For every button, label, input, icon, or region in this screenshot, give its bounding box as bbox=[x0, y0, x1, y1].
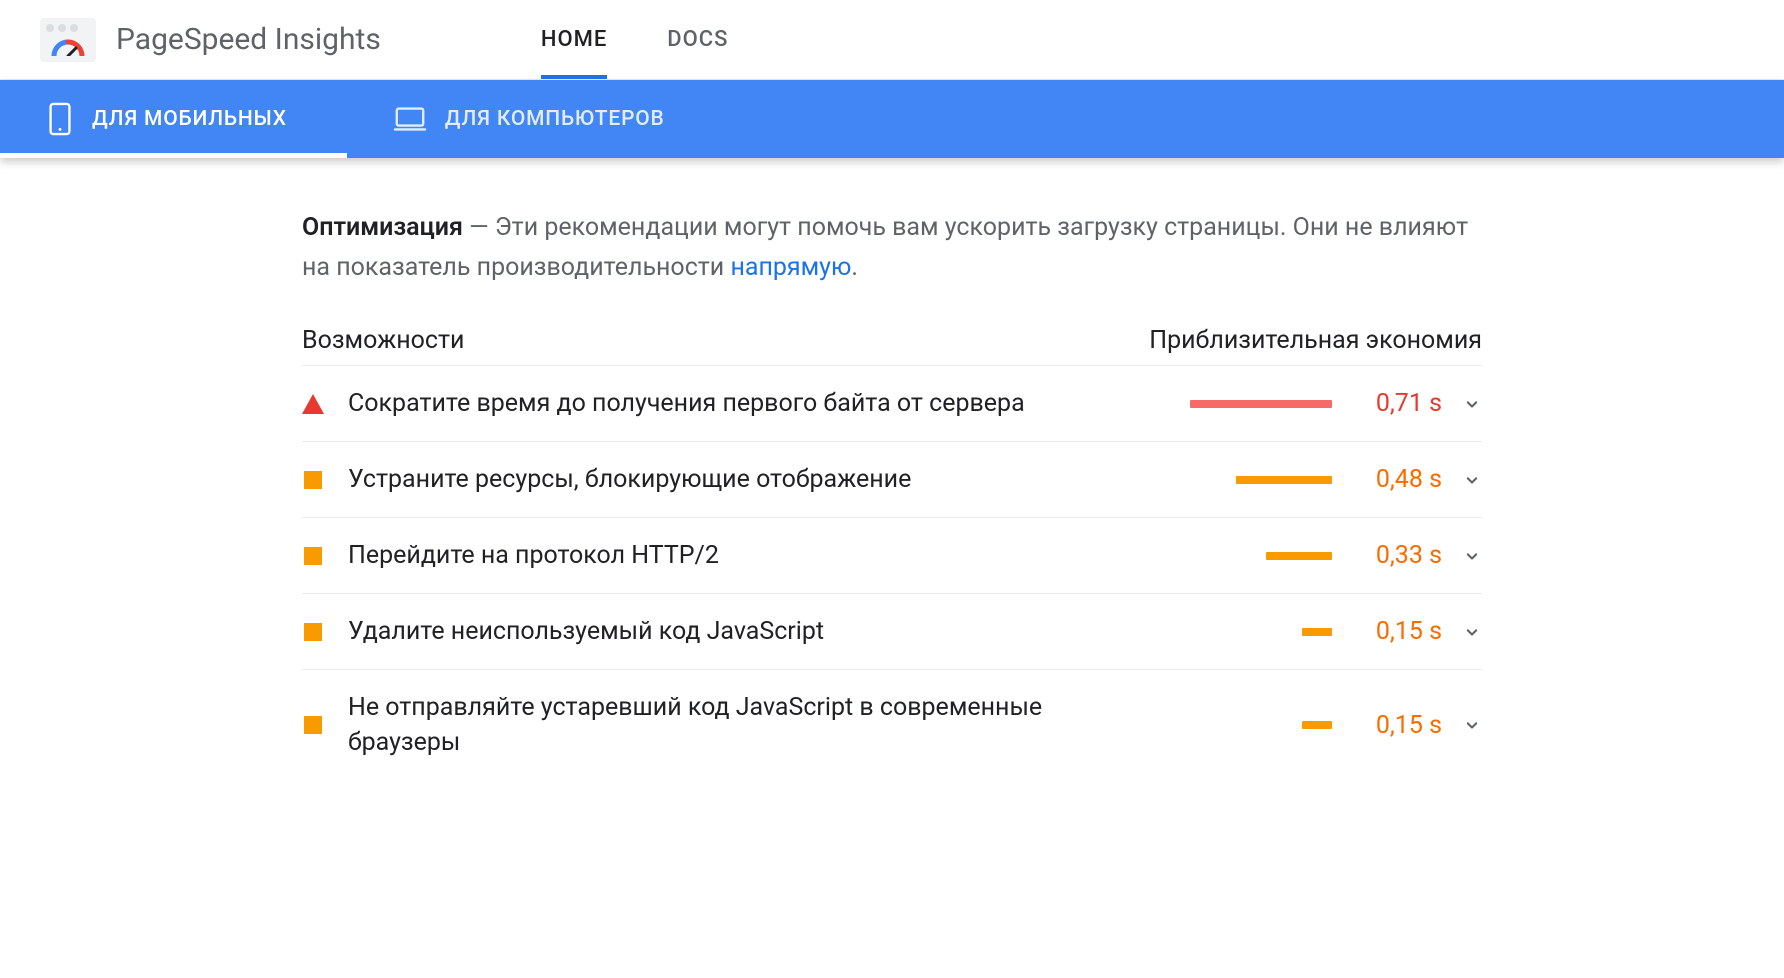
pagespeed-logo-icon bbox=[40, 18, 96, 62]
chevron-down-icon bbox=[1442, 470, 1482, 490]
opportunity-title: Сократите время до получения первого бай… bbox=[348, 386, 1152, 421]
opportunity-row[interactable]: Удалите неиспользуемый код JavaScript 0,1… bbox=[302, 593, 1482, 669]
severity-icon bbox=[302, 716, 324, 734]
col-opportunities: Возможности bbox=[302, 326, 464, 355]
savings-bar-wrap bbox=[1152, 628, 1352, 636]
content: Оптимизация — Эти рекомендации могут пом… bbox=[282, 158, 1502, 820]
chevron-down-icon bbox=[1442, 715, 1482, 735]
severity-icon bbox=[302, 394, 324, 414]
savings-bar bbox=[1236, 476, 1332, 484]
savings-value: 0,15 s bbox=[1352, 711, 1442, 740]
desktop-icon bbox=[393, 105, 427, 133]
square-icon bbox=[304, 471, 322, 489]
nav-tab-home[interactable]: HOME bbox=[541, 0, 607, 79]
savings-bar bbox=[1302, 628, 1332, 636]
savings-value: 0,71 s bbox=[1352, 389, 1442, 418]
opportunity-title: Перейдите на протокол HTTP/2 bbox=[348, 538, 1152, 573]
opportunity-title: Не отправляйте устаревший код JavaScript… bbox=[348, 690, 1152, 760]
device-tab-label: ДЛЯ МОБИЛЬНЫХ bbox=[92, 107, 287, 131]
device-tab-label: ДЛЯ КОМПЬЮТЕРОВ bbox=[445, 107, 665, 131]
savings-bar bbox=[1302, 721, 1332, 729]
savings-bar-wrap bbox=[1152, 721, 1352, 729]
severity-icon bbox=[302, 547, 324, 565]
nav-tabs: HOME DOCS bbox=[541, 0, 729, 79]
link-directly[interactable]: напрямую bbox=[730, 253, 851, 282]
opportunity-row[interactable]: Перейдите на протокол HTTP/2 0,33 s bbox=[302, 517, 1482, 593]
opportunity-row[interactable]: Не отправляйте устаревший код JavaScript… bbox=[302, 669, 1482, 780]
square-icon bbox=[304, 716, 322, 734]
device-bar: ДЛЯ МОБИЛЬНЫХ ДЛЯ КОМПЬЮТЕРОВ bbox=[0, 80, 1784, 158]
section-intro: Оптимизация — Эти рекомендации могут пом… bbox=[302, 208, 1482, 288]
square-icon bbox=[304, 547, 322, 565]
nav-tab-docs[interactable]: DOCS bbox=[667, 0, 728, 79]
device-tab-desktop[interactable]: ДЛЯ КОМПЬЮТЕРОВ bbox=[347, 80, 725, 158]
savings-bar bbox=[1190, 400, 1332, 408]
table-head: Возможности Приблизительная экономия bbox=[302, 326, 1482, 365]
logo-group: PageSpeed Insights bbox=[40, 18, 381, 62]
savings-bar-wrap bbox=[1152, 552, 1352, 560]
chevron-down-icon bbox=[1442, 394, 1482, 414]
mobile-icon bbox=[46, 102, 74, 136]
severity-icon bbox=[302, 623, 324, 641]
header: PageSpeed Insights HOME DOCS bbox=[0, 0, 1784, 80]
severity-icon bbox=[302, 471, 324, 489]
savings-bar-wrap bbox=[1152, 476, 1352, 484]
section-title: Оптимизация bbox=[302, 213, 463, 242]
triangle-icon bbox=[302, 394, 324, 414]
savings-value: 0,15 s bbox=[1352, 617, 1442, 646]
chevron-down-icon bbox=[1442, 546, 1482, 566]
opportunities-list: Сократите время до получения первого бай… bbox=[302, 365, 1482, 780]
opportunity-row[interactable]: Сократите время до получения первого бай… bbox=[302, 365, 1482, 441]
opportunity-title: Устраните ресурсы, блокирующие отображен… bbox=[348, 462, 1152, 497]
col-savings: Приблизительная экономия bbox=[1149, 326, 1482, 355]
savings-bar bbox=[1266, 552, 1332, 560]
device-tab-mobile[interactable]: ДЛЯ МОБИЛЬНЫХ bbox=[0, 80, 347, 158]
savings-value: 0,33 s bbox=[1352, 541, 1442, 570]
savings-bar-wrap bbox=[1152, 400, 1352, 408]
opportunity-title: Удалите неиспользуемый код JavaScript bbox=[348, 614, 1152, 649]
square-icon bbox=[304, 623, 322, 641]
app-title: PageSpeed Insights bbox=[116, 22, 381, 57]
chevron-down-icon bbox=[1442, 622, 1482, 642]
savings-value: 0,48 s bbox=[1352, 465, 1442, 494]
opportunity-row[interactable]: Устраните ресурсы, блокирующие отображен… bbox=[302, 441, 1482, 517]
